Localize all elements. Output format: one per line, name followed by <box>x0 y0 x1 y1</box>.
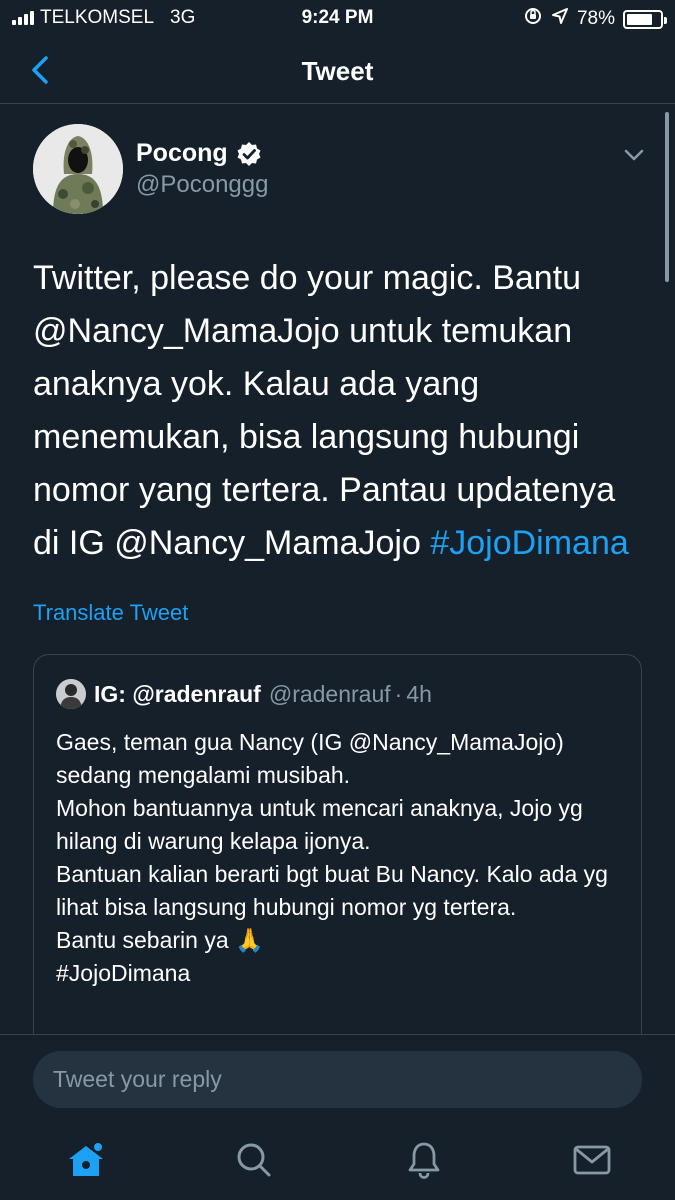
reply-input[interactable] <box>33 1051 642 1108</box>
tab-bar <box>0 1124 675 1200</box>
quoted-tweet-time: 4h <box>406 680 432 707</box>
navigation-bar: Tweet <box>0 36 675 104</box>
tweet-options-button[interactable] <box>620 144 648 166</box>
page-title: Tweet <box>301 56 374 86</box>
bell-icon <box>408 1142 440 1179</box>
scroll-indicator[interactable] <box>665 112 669 282</box>
author-handle[interactable]: @Poconggg <box>136 171 268 199</box>
reply-bar <box>0 1034 675 1124</box>
quoted-author-avatar <box>56 679 86 709</box>
author-avatar[interactable] <box>33 124 123 214</box>
battery-fill <box>627 13 652 25</box>
quoted-tweet-card[interactable]: IG: @radenrauf @radenrauf · 4h Gaes, tem… <box>33 654 642 1074</box>
home-icon <box>69 1141 104 1176</box>
envelope-icon <box>573 1145 611 1175</box>
quoted-tweet-body: Gaes, teman gua Nancy (IG @Nancy_MamaJoj… <box>56 729 608 986</box>
location-icon <box>551 7 569 31</box>
avatar-image <box>33 124 123 214</box>
tab-search[interactable] <box>232 1138 276 1182</box>
tweet-body-text: Twitter, please do your magic. Bantu @Na… <box>33 259 616 562</box>
tab-home[interactable] <box>64 1138 108 1182</box>
author-name[interactable]: Pocong <box>136 139 262 168</box>
tweet-text: Twitter, please do your magic. Bantu @Na… <box>33 252 643 570</box>
author-name-text: Pocong <box>136 139 228 167</box>
tab-notifications[interactable] <box>402 1138 446 1182</box>
quoted-author-name: IG: @radenrauf <box>94 680 261 707</box>
tab-messages[interactable] <box>570 1138 614 1182</box>
search-icon <box>237 1143 271 1177</box>
verified-badge-icon <box>236 141 262 167</box>
status-right: 78% <box>523 6 667 32</box>
translate-tweet-link[interactable]: Translate Tweet <box>33 600 188 626</box>
quoted-tweet-header: IG: @radenrauf @radenrauf · 4h <box>56 679 432 709</box>
status-bar: TELKOMSEL 3G 9:24 PM 78% <box>0 0 675 36</box>
battery-icon <box>623 9 667 29</box>
chevron-down-icon <box>624 149 644 161</box>
hashtag-link[interactable]: #JojoDimana <box>430 524 628 562</box>
quoted-author-handle: @radenrauf <box>268 680 391 707</box>
battery-percentage: 78% <box>576 8 615 29</box>
meta-separator: · <box>394 680 403 707</box>
rotation-lock-icon <box>523 6 543 32</box>
